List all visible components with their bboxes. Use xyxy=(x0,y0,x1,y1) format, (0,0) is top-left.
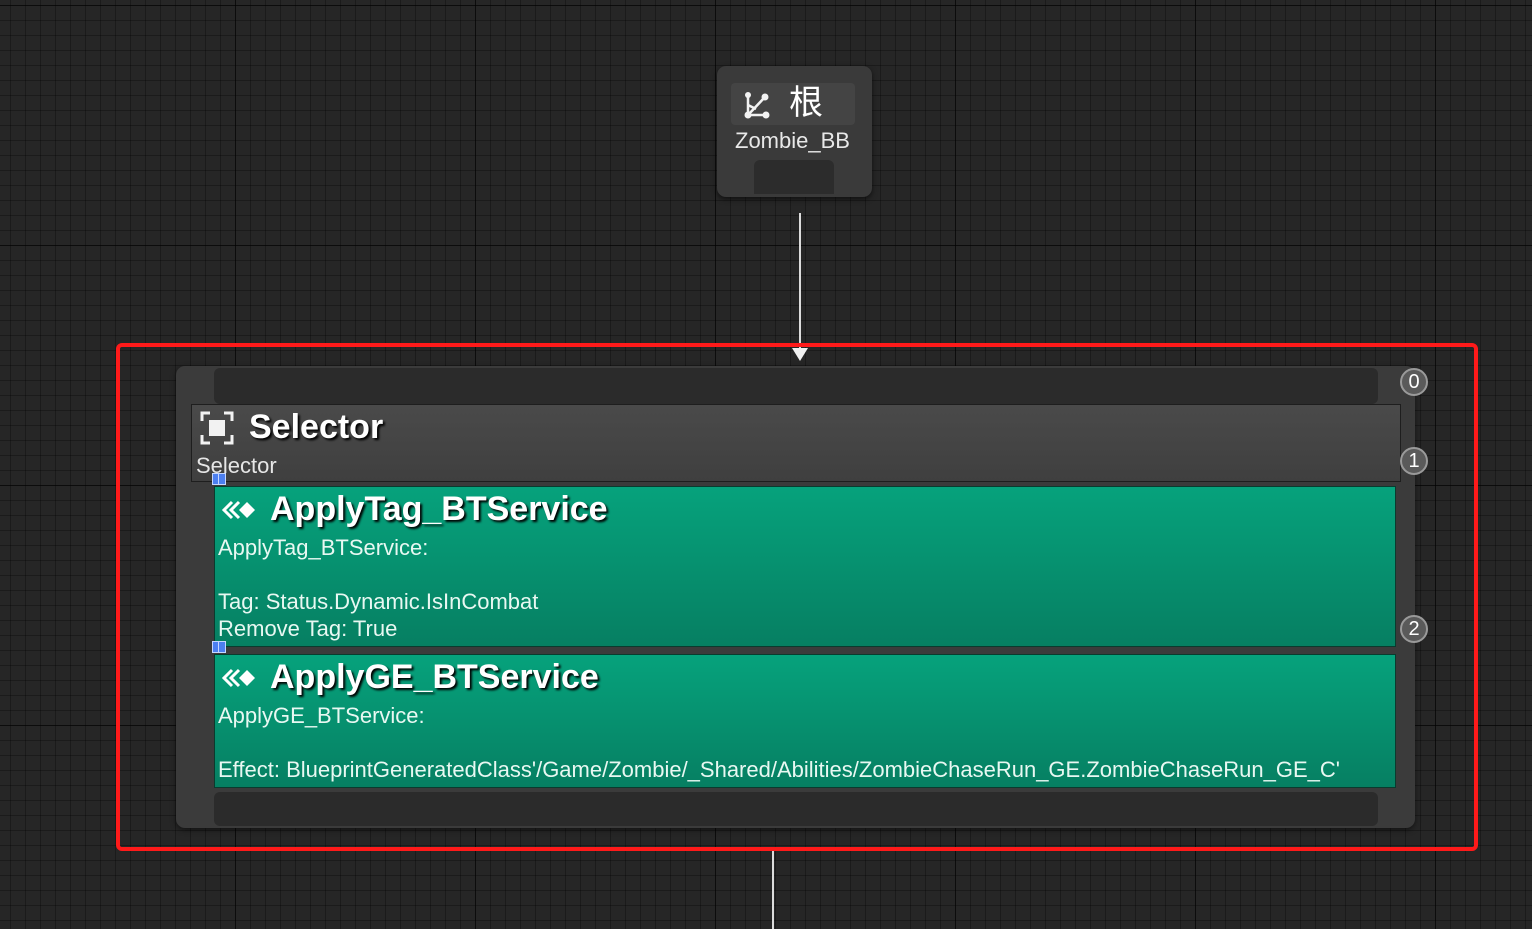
service-description-line: ApplyTag_BTService: xyxy=(218,535,429,560)
service-description-line: Effect: BlueprintGeneratedClass'/Game/Zo… xyxy=(218,757,1340,782)
execution-order-badge: 2 xyxy=(1400,615,1428,643)
root-node-title: 根 xyxy=(789,83,823,123)
selector-output-pin[interactable] xyxy=(214,792,1378,826)
service-breakpoint-marker-icon xyxy=(212,641,226,653)
connection-wire-selector-output xyxy=(772,849,774,929)
blackboard-asset-label: Zombie_BB xyxy=(735,128,850,153)
selector-input-pin[interactable] xyxy=(214,368,1378,404)
service-icon xyxy=(221,500,255,520)
selector-composite-icon xyxy=(200,411,234,445)
execution-order-badge: 0 xyxy=(1400,368,1428,396)
selector-subtitle: Selector xyxy=(196,453,277,478)
selector-title: Selector xyxy=(249,408,384,446)
service-icon xyxy=(221,668,255,688)
service-description-line: Remove Tag: True xyxy=(218,616,398,641)
service-apply-ge[interactable]: ApplyGE_BTService ApplyGE_BTService: Eff… xyxy=(212,641,1396,788)
service-breakpoint-marker-icon xyxy=(212,473,226,485)
service-description-line: Tag: Status.Dynamic.IsInCombat xyxy=(218,589,539,614)
root-node[interactable]: 根 Zombie_BB xyxy=(717,66,872,197)
root-output-pin[interactable] xyxy=(754,160,834,194)
behavior-tree-root-icon xyxy=(744,92,770,119)
connection-wire-root-to-selector xyxy=(799,213,801,349)
execution-order-badge: 1 xyxy=(1400,447,1428,475)
selector-header[interactable]: Selector Selector xyxy=(191,404,1401,482)
service-title: ApplyTag_BTService xyxy=(270,490,608,528)
service-title: ApplyGE_BTService xyxy=(270,658,599,696)
selector-node[interactable]: Selector Selector ApplyTag_BTService App… xyxy=(176,366,1415,828)
root-node-header: 根 xyxy=(731,83,855,125)
service-apply-tag[interactable]: ApplyTag_BTService ApplyTag_BTService: T… xyxy=(212,473,1396,647)
service-description-line: ApplyGE_BTService: xyxy=(218,703,425,728)
